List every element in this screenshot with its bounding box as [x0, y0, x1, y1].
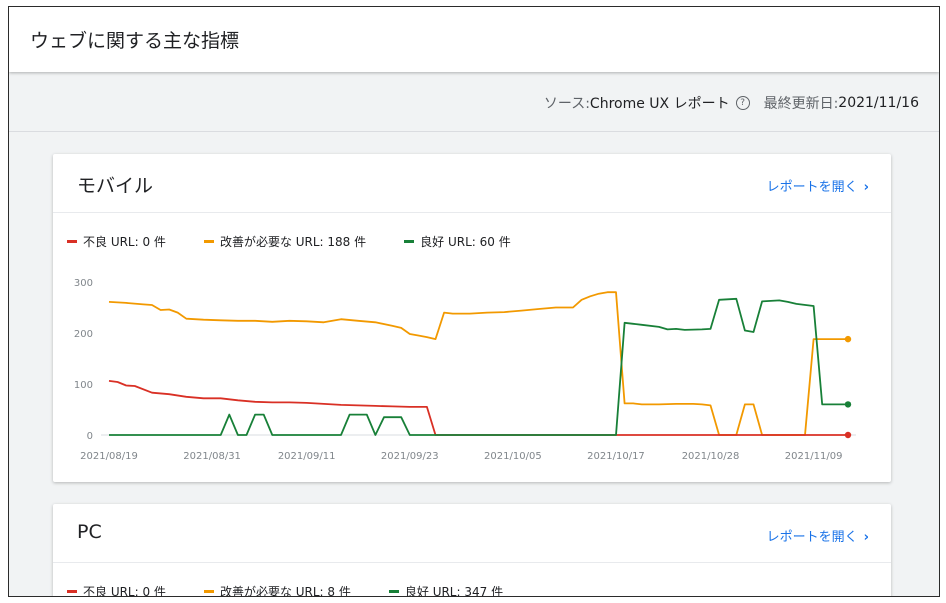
- x-tick-label: 2021/08/19: [80, 451, 138, 462]
- mobile-card-title: モバイル: [77, 175, 154, 197]
- chevron-right-icon: ›: [863, 180, 869, 195]
- series-line-good: [109, 297, 848, 436]
- question-circle-icon[interactable]: ?: [735, 96, 750, 110]
- poor-swatch: [67, 240, 77, 243]
- y-tick-label: 200: [74, 329, 93, 340]
- x-tick-label: 2021/10/05: [484, 451, 542, 462]
- legend-item-good: 良好 URL: 60 件: [404, 233, 511, 250]
- pc-card-header: PC レポートを開く ›: [53, 504, 891, 563]
- legend-item-poor: 不良 URL: 0 件: [67, 233, 166, 250]
- legend-item-needs: 改善が必要な URL: 8 件: [203, 583, 351, 597]
- legend-label-needs: 改善が必要な URL: 8 件: [219, 585, 351, 597]
- x-tick-label: 2021/09/23: [381, 451, 439, 462]
- updated-label: 最終更新日:: [763, 96, 839, 112]
- good-swatch: [388, 590, 399, 593]
- x-tick-label: 2021/10/17: [587, 451, 645, 462]
- y-tick-label: 300: [74, 278, 93, 289]
- report-frame: ウェブに関する主な指標 ソース: Chrome UX レポート ? 最終更新日:…: [8, 6, 940, 597]
- series-end-point-needs: [844, 335, 852, 343]
- x-tick-label: 2021/11/09: [785, 451, 843, 462]
- chevron-right-icon: ›: [863, 530, 869, 545]
- x-tick-label: 2021/10/28: [682, 451, 740, 462]
- mobile-legend: 不良 URL: 0 件 改善が必要な URL: 188 件 良好 URL: 60…: [67, 233, 549, 250]
- series-end-point-poor: [844, 431, 852, 439]
- poor-swatch: [67, 590, 77, 593]
- legend-item-poor: 不良 URL: 0 件: [67, 583, 166, 597]
- mobile-open-report-link[interactable]: レポートを開く ›: [767, 176, 869, 195]
- legend-label-good: 良好 URL: 60 件: [420, 235, 511, 249]
- open-report-label: レポートを開く: [766, 530, 858, 545]
- legend-item-good: 良好 URL: 347 件: [388, 583, 504, 597]
- source-name: Chrome UX レポート: [589, 96, 730, 112]
- x-tick-label: 2021/08/31: [183, 451, 241, 462]
- legend-label-needs: 改善が必要な URL: 188 件: [219, 235, 367, 249]
- page-title: ウェブに関する主な指標: [30, 30, 240, 52]
- pc-card-title: PC: [77, 521, 102, 543]
- legend-label-good: 良好 URL: 347 件: [404, 585, 504, 597]
- source-label: ソース:: [543, 96, 590, 112]
- legend-label-poor: 不良 URL: 0 件: [83, 585, 166, 597]
- y-axis-ticks: 0 100 200 300: [74, 278, 93, 442]
- series-end-point-good: [844, 401, 852, 408]
- series-end-points: [844, 335, 852, 439]
- pc-open-report-link[interactable]: レポートを開く ›: [767, 526, 869, 545]
- x-axis-ticks: 2021/08/19 2021/08/31 2021/09/11 2021/09/23…: [80, 451, 842, 462]
- x-tick-label: 2021/09/11: [278, 451, 336, 462]
- y-tick-label: 0: [87, 431, 93, 442]
- needs-swatch: [203, 590, 214, 593]
- pc-card: PC レポートを開く › 不良 URL: 0 件 改善が必要な URL: 8 件 …: [53, 504, 891, 597]
- mobile-card-header: モバイル レポートを開く ›: [53, 154, 891, 213]
- series-lines: [108, 291, 848, 436]
- mobile-url-chart: 0 100 200 300 2021/08/19 2021/08/31 2021/09/1…: [74, 278, 856, 462]
- y-tick-label: 100: [74, 380, 93, 391]
- source-bar: ソース: Chrome UX レポート ? 最終更新日: 2021/11/16: [9, 73, 939, 132]
- series-line-needs: [108, 291, 848, 436]
- source-info: ソース: Chrome UX レポート ? 最終更新日: 2021/11/16: [544, 93, 919, 113]
- pc-legend: 不良 URL: 0 件 改善が必要な URL: 8 件 良好 URL: 347 …: [67, 583, 541, 597]
- series-line-poor: [108, 380, 848, 436]
- legend-item-needs: 改善が必要な URL: 188 件: [203, 233, 367, 250]
- open-report-label: レポートを開く: [766, 180, 858, 195]
- mobile-card: モバイル レポートを開く › 不良 URL: 0 件 改善が必要な URL: 18…: [53, 154, 891, 482]
- updated-date: 2021/11/16: [838, 95, 919, 111]
- needs-swatch: [203, 240, 214, 243]
- legend-label-poor: 不良 URL: 0 件: [83, 235, 166, 249]
- page-header: ウェブに関する主な指標: [9, 7, 939, 72]
- good-swatch: [404, 240, 415, 243]
